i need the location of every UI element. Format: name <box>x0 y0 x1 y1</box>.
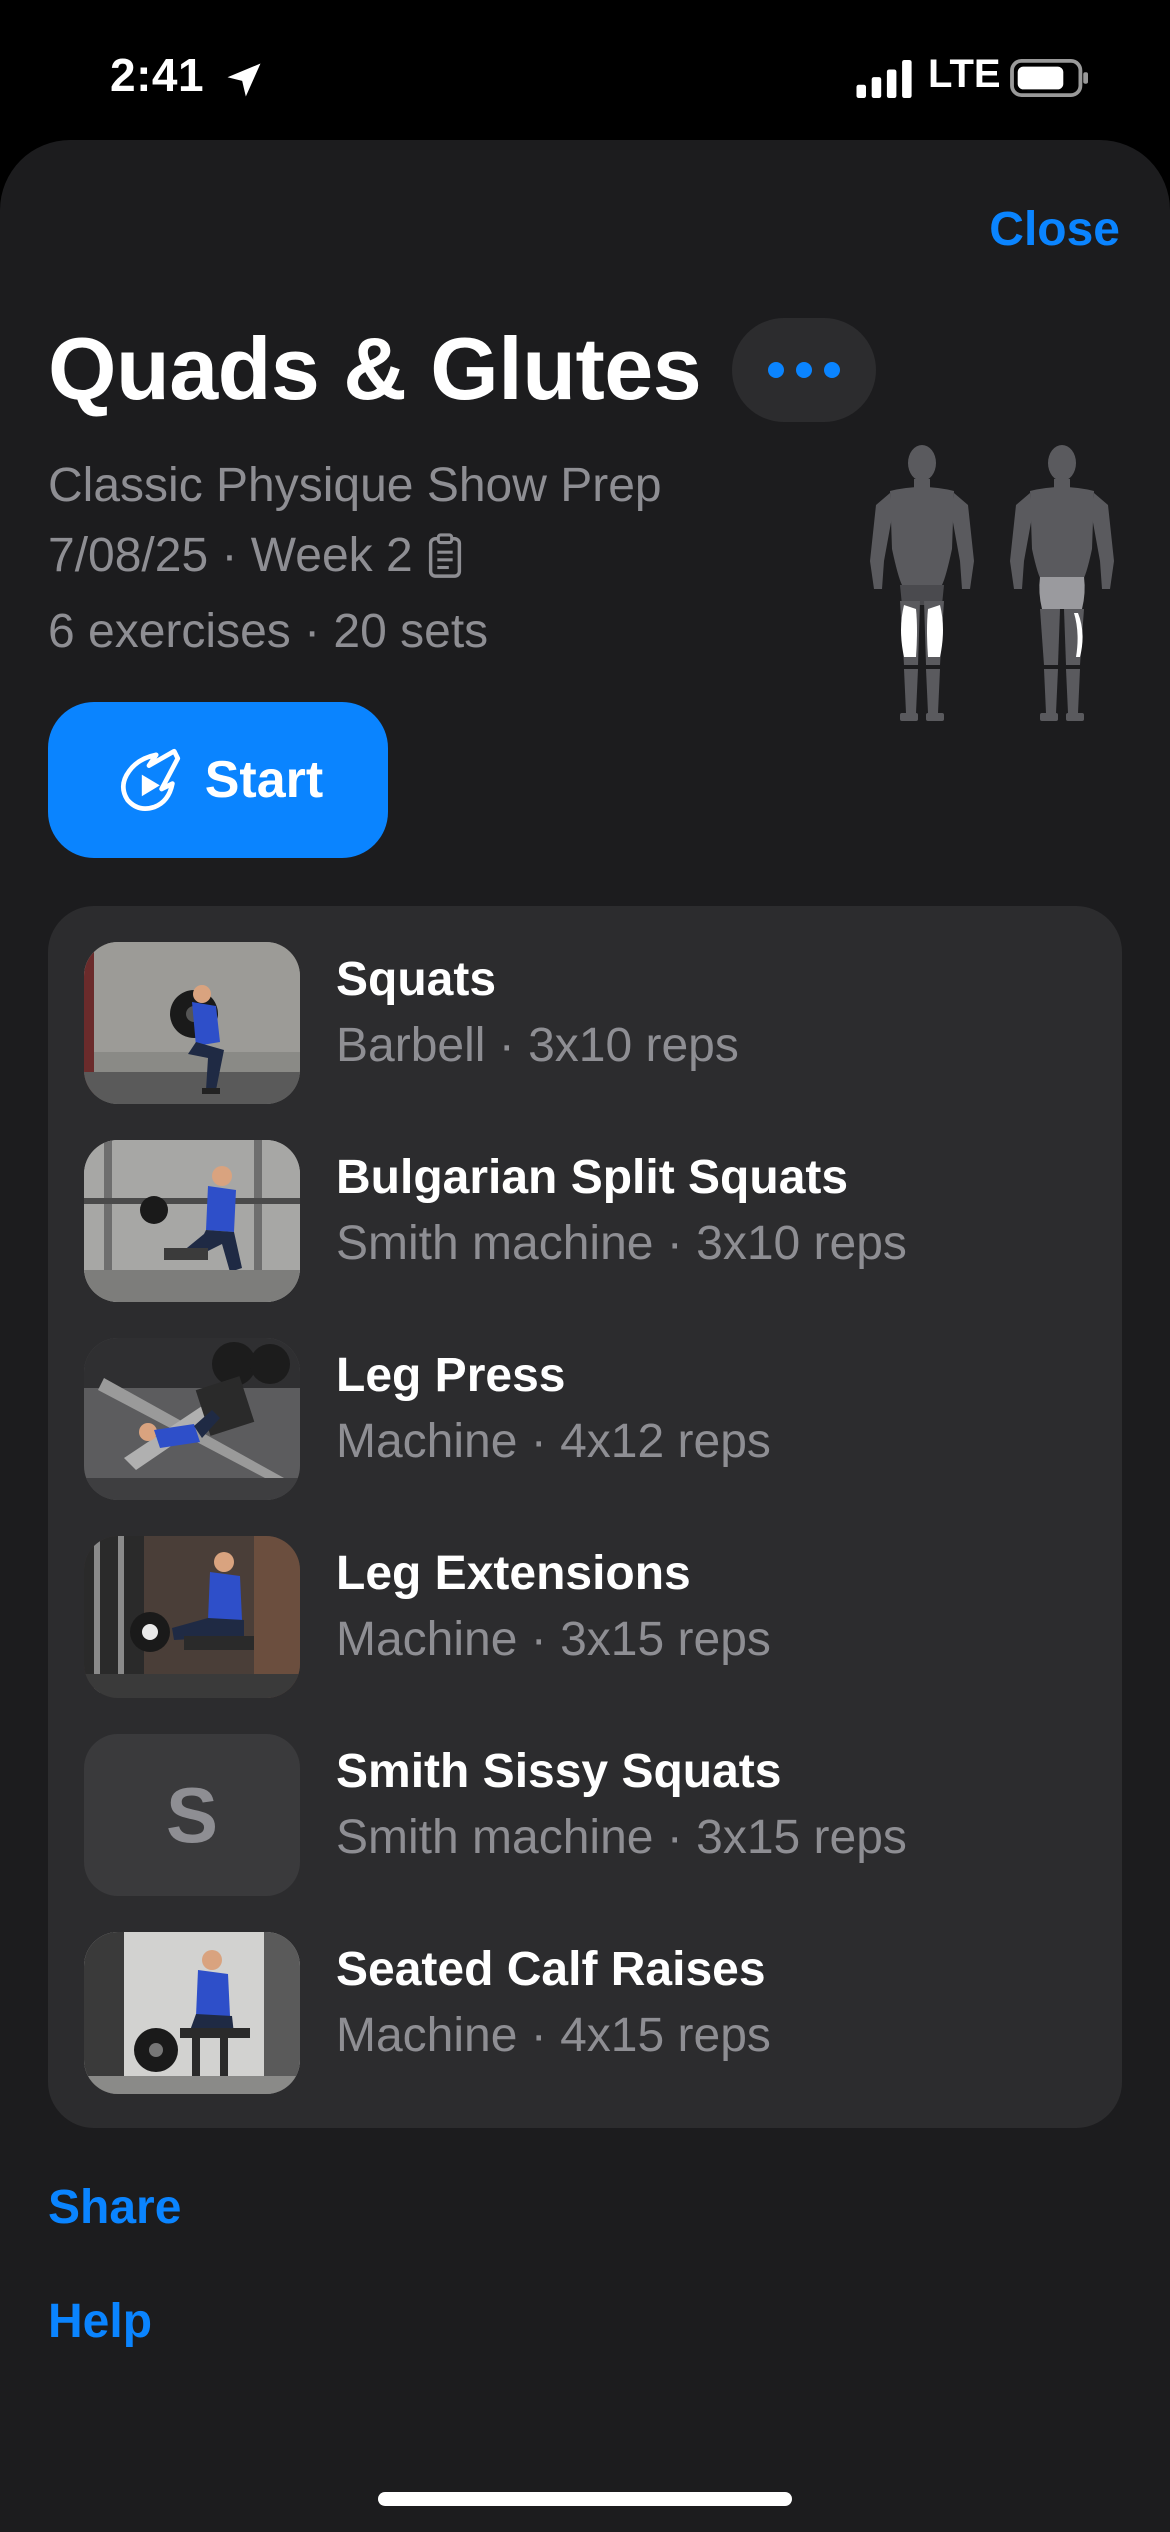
battery-icon <box>1010 59 1088 97</box>
network-label: LTE <box>928 52 1001 96</box>
home-indicator[interactable] <box>378 2492 792 2506</box>
exercise-name: Leg Press <box>336 1349 566 1402</box>
exercise-row-seated-calf-raises[interactable]: Seated Calf Raises Machine · 4x15 reps <box>48 1932 1122 2096</box>
comet-play-icon <box>120 748 180 811</box>
exercise-thumbnail <box>84 1536 300 1698</box>
start-button[interactable]: Start <box>48 702 388 858</box>
workout-sheet: Close Quads & Glutes Classic Physique Sh… <box>0 140 1170 2532</box>
close-button[interactable]: Close <box>989 202 1120 257</box>
workout-title: Quads & Glutes <box>48 319 702 418</box>
exercise-row-bulgarian-split-squats[interactable]: Bulgarian Split Squats Smith machine · 3… <box>48 1140 1122 1304</box>
exercise-thumbnail <box>84 1140 300 1302</box>
signal-icon <box>856 60 912 98</box>
thumbnail-letter: S <box>165 1770 219 1859</box>
exercise-name: Bulgarian Split Squats <box>336 1151 849 1204</box>
more-options-button[interactable] <box>732 318 876 422</box>
exercise-thumbnail <box>84 942 300 1104</box>
exercise-name: Leg Extensions <box>336 1547 691 1600</box>
muscle-map-back-icon <box>1010 445 1114 721</box>
status-bar: 2:41 LTE <box>0 0 1170 140</box>
exercise-detail: Smith machine · 3x10 reps <box>336 1217 907 1270</box>
exercise-row-leg-press[interactable]: Leg Press Machine · 4x12 reps <box>48 1338 1122 1502</box>
exercise-thumbnail <box>84 1338 300 1500</box>
workout-date-week: 7/08/25 · Week 2 <box>48 528 463 583</box>
date-week-label: 7/08/25 · Week 2 <box>48 529 413 582</box>
location-arrow-icon <box>227 63 261 97</box>
exercise-name: Smith Sissy Squats <box>336 1745 782 1798</box>
ellipsis-icon <box>768 362 784 378</box>
exercise-detail: Machine · 3x15 reps <box>336 1613 771 1666</box>
status-time: 2:41 <box>110 49 205 101</box>
muscle-map-front-icon <box>870 445 974 721</box>
help-link[interactable]: Help <box>48 2294 152 2349</box>
workout-summary: 6 exercises · 20 sets <box>48 605 489 658</box>
exercise-thumbnail <box>84 1932 300 2094</box>
exercise-list: Squats Barbell · 3x10 reps Bulgarian Spl… <box>48 906 1122 2128</box>
exercise-row-smith-sissy-squats[interactable]: S Smith Sissy Squats Smith machine · 3x1… <box>48 1734 1122 1898</box>
exercise-detail: Smith machine · 3x15 reps <box>336 1811 907 1864</box>
program-name: Classic Physique Show Prep <box>48 459 662 512</box>
exercise-detail: Barbell · 3x10 reps <box>336 1019 739 1072</box>
exercise-name: Seated Calf Raises <box>336 1943 766 1996</box>
exercise-detail: Machine · 4x15 reps <box>336 2009 771 2062</box>
exercise-row-leg-extensions[interactable]: Leg Extensions Machine · 3x15 reps <box>48 1536 1122 1700</box>
clipboard-icon[interactable] <box>427 532 463 579</box>
exercise-detail: Machine · 4x12 reps <box>336 1415 771 1468</box>
exercise-name: Squats <box>336 953 497 1006</box>
share-link[interactable]: Share <box>48 2180 181 2235</box>
start-label: Start <box>204 751 324 809</box>
exercise-thumbnail-placeholder: S <box>84 1734 300 1896</box>
exercise-row-squats[interactable]: Squats Barbell · 3x10 reps <box>48 942 1122 1106</box>
